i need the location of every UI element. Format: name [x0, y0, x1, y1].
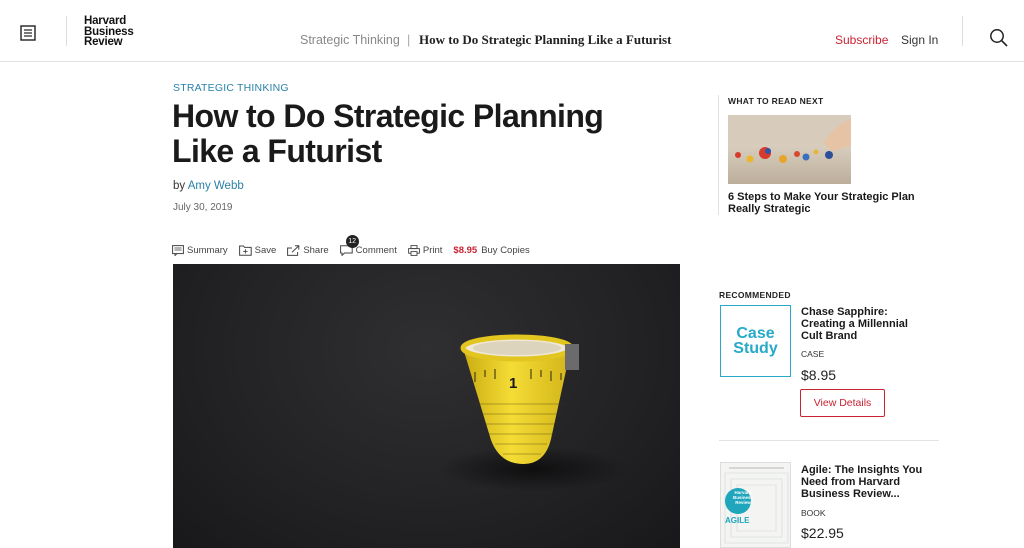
article-title: How to Do Strategic Planning Like a Futu…: [172, 98, 604, 169]
author-link[interactable]: Amy Webb: [188, 180, 244, 192]
menu-icon[interactable]: [18, 24, 42, 44]
hero-image: 1: [173, 264, 680, 548]
case-study-thumbnail[interactable]: Case Study: [720, 305, 791, 377]
site-header: Harvard Business Review Strategic Thinki…: [0, 0, 1024, 62]
summary-icon: [172, 244, 184, 256]
logo-line: Harvard: [84, 15, 127, 27]
print-button[interactable]: Print: [408, 244, 443, 256]
sidebar-divider: [719, 440, 939, 441]
product-type: BOOK: [801, 508, 826, 518]
article-toolbar: Summary Save Share 12 Comment Print $8.9…: [172, 234, 541, 258]
agile-book-cover[interactable]: Harvard Business Review AGILE: [720, 462, 791, 548]
sidebar-divider: [718, 95, 719, 215]
book-logo: Harvard Business Review: [730, 490, 756, 505]
share-button[interactable]: Share: [287, 244, 329, 256]
book-cover-word: AGILE: [725, 516, 750, 525]
read-next-thumbnail[interactable]: [728, 115, 851, 184]
buy-label: Buy Copies: [481, 244, 530, 256]
header-divider: [66, 16, 67, 46]
share-label: Share: [303, 244, 329, 256]
tape-number: 1: [509, 375, 517, 392]
product-title[interactable]: Agile: The Insights You Need from Harvar…: [801, 464, 936, 500]
logo-line: Review: [84, 36, 123, 48]
product-price: $22.95: [801, 525, 844, 541]
save-label: Save: [254, 244, 277, 256]
share-icon: [287, 244, 300, 256]
print-label: Print: [422, 244, 443, 256]
comment-count-badge: 12: [345, 234, 359, 248]
comment-button[interactable]: 12 Comment: [339, 234, 397, 256]
buy-copies-button[interactable]: $8.95 Buy Copies: [453, 245, 529, 256]
what-to-read-next-heading: WHAT TO READ NEXT: [728, 96, 824, 106]
summary-label: Summary: [187, 244, 228, 256]
byline-prefix: by: [173, 180, 186, 192]
header-divider: [962, 16, 963, 46]
comment-label: Comment: [355, 244, 397, 256]
summary-button[interactable]: Summary: [172, 245, 228, 256]
sign-in-link[interactable]: Sign In: [901, 33, 938, 47]
folder-icon: [238, 245, 252, 256]
breadcrumb-article-title: How to Do Strategic Planning Like a Futu…: [419, 32, 672, 47]
save-button[interactable]: Save: [238, 244, 277, 256]
buy-price: $8.95: [453, 244, 478, 256]
view-details-button[interactable]: View Details: [800, 389, 885, 417]
breadcrumb-topic[interactable]: Strategic Thinking: [300, 33, 400, 47]
book-logo-line: Review: [735, 500, 751, 505]
breadcrumb-separator: |: [407, 33, 411, 47]
read-next-title[interactable]: 6 Steps to Make Your Strategic Plan Real…: [728, 191, 928, 215]
case-tile-line: Case: [736, 325, 775, 342]
product-price: $8.95: [801, 367, 837, 383]
byline: by Amy Webb: [173, 180, 244, 192]
search-icon[interactable]: [989, 28, 1009, 48]
hbr-logo[interactable]: Harvard Business Review: [84, 16, 134, 48]
subscribe-link[interactable]: Subscribe: [835, 33, 888, 47]
case-tile-line: Study: [733, 340, 778, 357]
printer-icon: [408, 244, 420, 256]
product-title[interactable]: Chase Sapphire: Creating a Millennial Cu…: [801, 306, 931, 342]
product-type: CASE: [801, 349, 825, 359]
publish-date: July 30, 2019: [173, 202, 233, 213]
article-kicker[interactable]: STRATEGIC THINKING: [173, 82, 289, 94]
recommended-heading: RECOMMENDED: [719, 290, 791, 300]
